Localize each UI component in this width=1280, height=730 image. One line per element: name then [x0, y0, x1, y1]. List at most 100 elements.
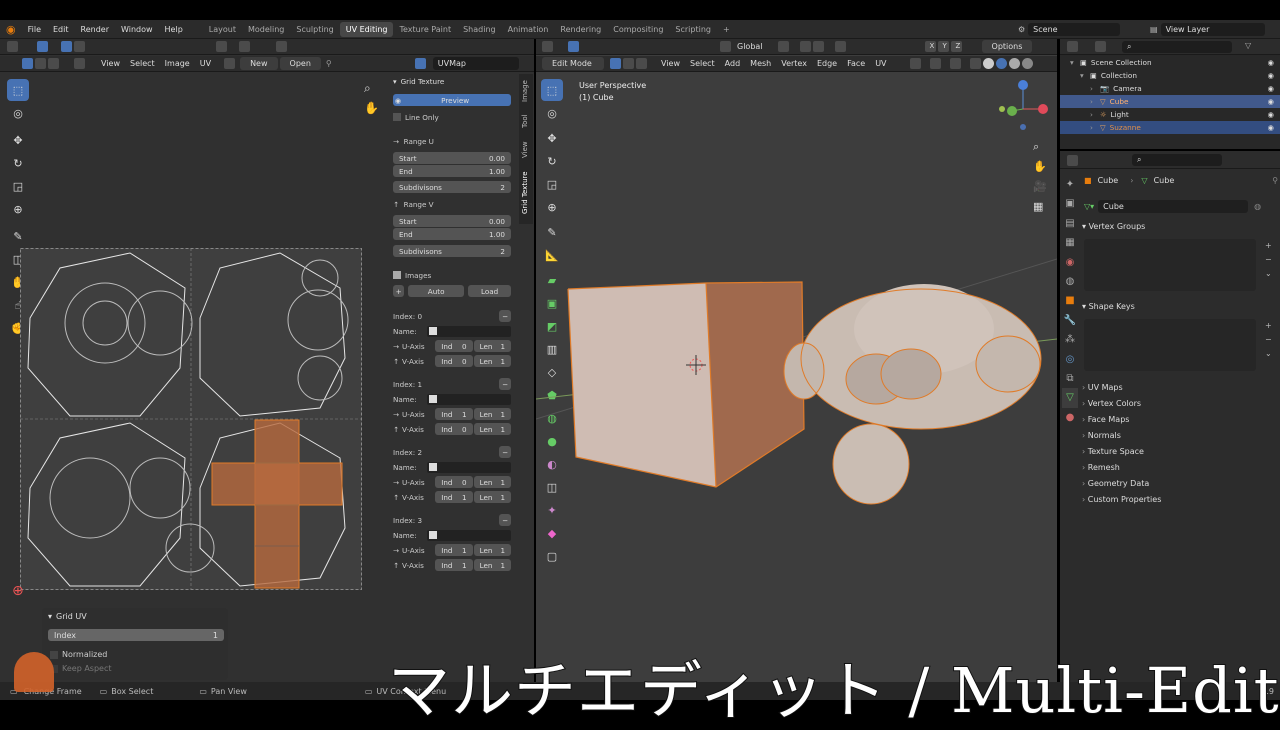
section-face-maps[interactable]: › Face Maps — [1082, 412, 1161, 428]
u-ind-field[interactable]: Ind 0 — [435, 476, 473, 488]
remove-index-button[interactable]: − — [499, 514, 511, 526]
u-ind-field[interactable]: Ind 1 — [435, 408, 473, 420]
cursor-tool-icon[interactable]: ◎ — [7, 102, 29, 124]
tab-view[interactable]: View — [521, 141, 529, 158]
shape-keys-header[interactable]: ▾ Shape Keys — [1082, 302, 1135, 311]
v-len-field[interactable]: Len 1 — [473, 559, 512, 571]
outliner-item-camera[interactable]: › 📷 Camera ◉ — [1060, 82, 1280, 95]
outliner-display-icon[interactable] — [1095, 41, 1106, 52]
remove-index-button[interactable]: − — [499, 378, 511, 390]
visibility-eye-icon[interactable]: ◉ — [1268, 110, 1274, 119]
vp-zoom-icon[interactable]: ⌕ — [1033, 137, 1047, 157]
remove-vertex-group-icon[interactable]: − — [1265, 253, 1272, 267]
u-len-field[interactable]: Len 1 — [473, 340, 512, 352]
visibility-eye-icon[interactable]: ◉ — [1268, 123, 1274, 132]
mesh-name-field[interactable]: Cube — [1098, 200, 1249, 213]
uv-menu-image[interactable]: Image — [160, 59, 195, 68]
visibility-eye-icon[interactable]: ◉ — [1268, 71, 1274, 80]
visibility-eye-icon[interactable]: ◉ — [1268, 97, 1274, 106]
vp-ortho-grid-icon[interactable]: ▦ — [1033, 197, 1047, 217]
outliner-item-light[interactable]: › ☼ Light ◉ — [1060, 108, 1280, 121]
navigation-gizmo[interactable] — [999, 80, 1048, 130]
expand-arrow-icon[interactable]: › — [1090, 123, 1100, 132]
pan-hand-icon[interactable]: ✋ — [364, 101, 379, 115]
range-u-start[interactable]: Start 0.00 — [393, 152, 511, 164]
new-image-button[interactable]: New — [240, 57, 278, 70]
scene-tab-icon[interactable]: ◉ — [1062, 253, 1078, 272]
fake-user-icon[interactable]: ◍ — [1254, 202, 1261, 211]
v-len-field[interactable]: Len 1 — [473, 355, 512, 367]
move-tool-icon[interactable]: ✥ — [7, 129, 29, 151]
view-layer-selector[interactable]: ▤ View Layer — [1150, 23, 1265, 36]
add-workspace-icon[interactable]: + — [717, 22, 736, 37]
output-tab-icon[interactable]: ▤ — [1062, 214, 1078, 233]
visibility-eye-icon[interactable]: ◉ — [1268, 58, 1274, 67]
blender-logo-icon[interactable]: ◉ — [0, 23, 22, 36]
pin-icon[interactable]: ⚲ — [321, 59, 337, 68]
tab-layout[interactable]: Layout — [203, 22, 242, 37]
shape-key-menu-icon[interactable]: ⌄ — [1265, 347, 1272, 361]
auto-button[interactable]: Auto — [408, 285, 465, 297]
section-geometry-data[interactable]: › Geometry Data — [1082, 476, 1161, 492]
transform-tool-icon[interactable]: ⊕ — [7, 198, 29, 220]
range-u-subdiv[interactable]: Subdivisons 2 — [393, 181, 511, 193]
tab-sculpting[interactable]: Sculpting — [290, 22, 339, 37]
section-remesh[interactable]: › Remesh — [1082, 460, 1161, 476]
physics-tab-icon[interactable]: ◎ — [1062, 350, 1078, 369]
outliner-item-collection[interactable]: ▾ ▣ Collection ◉ — [1060, 69, 1280, 82]
vertex-groups-list[interactable] — [1084, 239, 1256, 291]
object-tab-icon[interactable]: ■ — [1062, 291, 1078, 310]
index-image-field[interactable] — [427, 393, 511, 405]
menu-help[interactable]: Help — [159, 25, 189, 34]
section-normals[interactable]: › Normals — [1082, 428, 1161, 444]
add-vertex-group-icon[interactable]: + — [1265, 239, 1272, 253]
scene-selector[interactable]: ⚙ Scene — [1018, 23, 1121, 36]
index-image-field[interactable] — [427, 325, 511, 337]
pivot-icon[interactable] — [216, 41, 227, 52]
uv-select-mode-icon[interactable] — [74, 41, 85, 52]
index-image-field[interactable] — [427, 529, 511, 541]
vertex-group-menu-icon[interactable]: ⌄ — [1265, 267, 1272, 281]
line-only-checkbox[interactable]: Line Only — [393, 111, 511, 123]
expand-arrow-icon[interactable]: › — [1090, 84, 1100, 93]
tab-scripting[interactable]: Scripting — [669, 22, 717, 37]
tab-modeling[interactable]: Modeling — [242, 22, 290, 37]
select-tool-icon[interactable]: ⬚ — [7, 79, 29, 101]
tab-rendering[interactable]: Rendering — [554, 22, 607, 37]
outliner-editor-icon[interactable] — [1067, 41, 1078, 52]
constraints-tab-icon[interactable]: ⧉ — [1062, 369, 1078, 388]
uvmap-icon[interactable] — [414, 58, 426, 69]
uvmap-field[interactable]: UVMap — [432, 57, 519, 70]
section-vertex-colors[interactable]: › Vertex Colors — [1082, 396, 1161, 412]
tool-tab-icon[interactable]: ✦ — [1062, 175, 1078, 194]
select-mode-icon[interactable] — [37, 41, 48, 52]
filter-icon[interactable]: ▽ — [1240, 41, 1256, 50]
render-tab-icon[interactable]: ▣ — [1062, 194, 1078, 213]
editor-type-icon[interactable] — [7, 41, 18, 52]
world-tab-icon[interactable]: ◍ — [1062, 272, 1078, 291]
tab-uv-editing[interactable]: UV Editing — [339, 21, 394, 37]
tab-image[interactable]: Image — [521, 80, 529, 102]
v-ind-field[interactable]: Ind 0 — [435, 355, 473, 367]
v-ind-field[interactable]: Ind 0 — [435, 423, 473, 435]
grid-uv-index-field[interactable]: Index 1 — [48, 629, 224, 641]
uv-sel-edge-icon[interactable] — [35, 58, 46, 69]
preview-button[interactable]: ◉ Preview — [393, 94, 511, 106]
annotate-tool-icon[interactable]: ✎ — [7, 225, 29, 247]
section-texture-space[interactable]: › Texture Space — [1082, 444, 1161, 460]
u-len-field[interactable]: Len 1 — [473, 408, 512, 420]
shape-keys-list[interactable] — [1084, 319, 1256, 371]
range-v-subdiv[interactable]: Subdivisons 2 — [393, 245, 511, 257]
menu-file[interactable]: File — [22, 25, 47, 34]
sync-icon[interactable] — [61, 41, 72, 52]
tab-compositing[interactable]: Compositing — [607, 22, 669, 37]
u-ind-field[interactable]: Ind 1 — [435, 544, 473, 556]
range-u-end[interactable]: End 1.00 — [393, 165, 511, 177]
remove-index-button[interactable]: − — [499, 310, 511, 322]
u-ind-field[interactable]: Ind 0 — [435, 340, 473, 352]
keep-aspect-checkbox[interactable]: Keep Aspect — [50, 664, 112, 673]
v-ind-field[interactable]: Ind 1 — [435, 559, 473, 571]
tab-grid-texture[interactable]: Grid Texture — [521, 171, 529, 214]
view-layer-field[interactable]: View Layer — [1160, 23, 1265, 36]
add-shape-key-icon[interactable]: + — [1265, 319, 1272, 333]
